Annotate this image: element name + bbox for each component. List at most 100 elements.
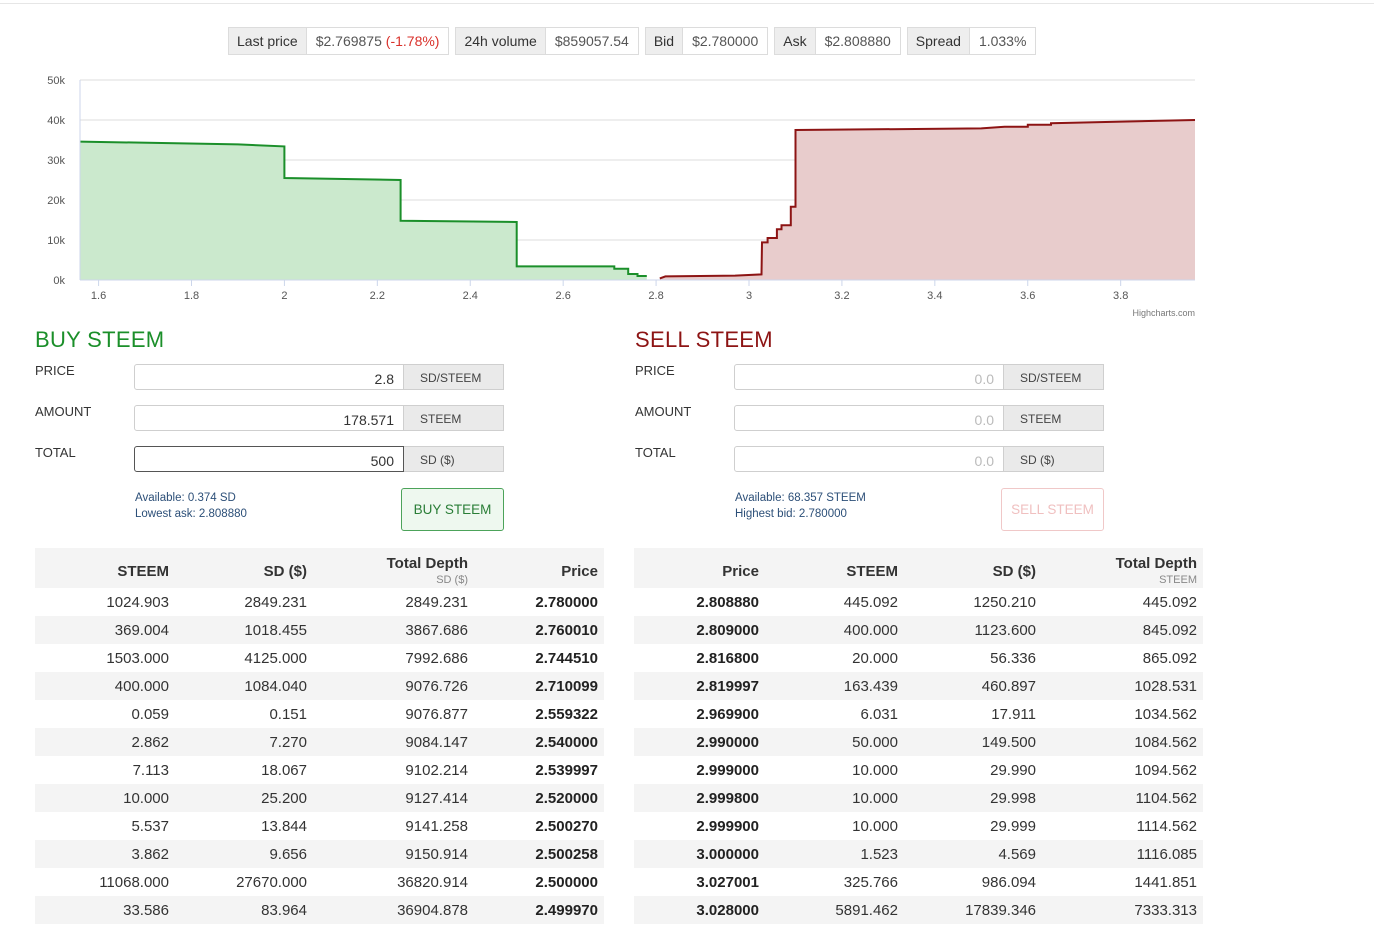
table-row[interactable]: 7.113 18.067 9102.214 2.539997 bbox=[35, 756, 604, 784]
table-cell: 5891.462 bbox=[765, 896, 904, 924]
column-header[interactable]: Price bbox=[634, 548, 765, 588]
table-cell: 445.092 bbox=[1142, 593, 1197, 611]
table-row[interactable]: 0.059 0.151 9076.877 2.559322 bbox=[35, 700, 604, 728]
column-header-sub: STEEM bbox=[1159, 574, 1197, 586]
table-row[interactable]: 2.808880 445.092 1250.210 445.092 bbox=[634, 588, 1203, 616]
sell-amount-input[interactable]: 0.0 bbox=[734, 405, 1004, 431]
table-row[interactable]: 400.000 1084.040 9076.726 2.710099 bbox=[35, 672, 604, 700]
price-label: PRICE bbox=[35, 363, 75, 378]
table-cell: 2.999000 bbox=[696, 761, 759, 779]
column-header[interactable]: STEEM bbox=[35, 548, 175, 588]
table-cell: 1123.600 bbox=[904, 616, 1042, 644]
price-unit: SD/STEEM bbox=[404, 364, 504, 390]
asks-header-row: Price STEEM SD ($) Total Depth STEEM bbox=[634, 548, 1203, 588]
table-row[interactable]: 2.862 7.270 9084.147 2.540000 bbox=[35, 728, 604, 756]
table-cell: 163.439 bbox=[765, 672, 904, 700]
depth-chart[interactable]: 0k 10k 20k 30k 40k 50k 1.6 1.8 2 2.2 2.4 2.6 2.8 3 3.2… bbox=[0, 60, 1210, 325]
column-header[interactable]: STEEM bbox=[765, 548, 904, 588]
amount-label: AMOUNT bbox=[635, 404, 692, 419]
y-tick-label: 40k bbox=[47, 115, 65, 127]
table-row[interactable]: 10.000 25.200 9127.414 2.520000 bbox=[35, 784, 604, 812]
table-cell: 400.000 bbox=[35, 672, 175, 700]
table-row[interactable]: 5.537 13.844 9141.258 2.500270 bbox=[35, 812, 604, 840]
column-header[interactable]: SD ($) bbox=[175, 548, 313, 588]
table-row[interactable]: 3.000000 1.523 4.569 1116.085 bbox=[634, 840, 1203, 868]
table-row[interactable]: 1503.000 4125.000 7992.686 2.744510 bbox=[35, 644, 604, 672]
table-row[interactable]: 2.999000 10.000 29.990 1094.562 bbox=[634, 756, 1203, 784]
table-cell: 27670.000 bbox=[236, 873, 307, 891]
price-label: PRICE bbox=[635, 363, 675, 378]
column-header[interactable]: SD ($) bbox=[904, 548, 1042, 588]
table-cell: 1250.210 bbox=[973, 593, 1036, 611]
table-cell: 2.780000 bbox=[535, 593, 598, 611]
table-cell: 2.500270 bbox=[535, 817, 598, 835]
table-cell: 7.270 bbox=[175, 728, 313, 756]
ticker-value: $2.769875 (-1.78%) bbox=[306, 28, 449, 54]
table-cell: 1503.000 bbox=[106, 649, 169, 667]
sell-steem-button[interactable]: SELL STEEM bbox=[1001, 488, 1104, 531]
buy-amount-input[interactable]: 178.571 bbox=[134, 405, 404, 431]
table-row[interactable]: 3.862 9.656 9150.914 2.500258 bbox=[35, 840, 604, 868]
column-header-sub: SD ($) bbox=[436, 574, 468, 586]
y-tick-label: 0k bbox=[53, 275, 65, 287]
table-row[interactable]: 1024.903 2849.231 2849.231 2.780000 bbox=[35, 588, 604, 616]
sell-price-input[interactable]: 0.0 bbox=[734, 364, 1004, 390]
table-cell: 1028.531 bbox=[1042, 672, 1203, 700]
table-cell: 1094.562 bbox=[1134, 761, 1197, 779]
table-row[interactable]: 3.027001 325.766 986.094 1441.851 bbox=[634, 868, 1203, 896]
table-row[interactable]: 33.586 83.964 36904.878 2.499970 bbox=[35, 896, 604, 924]
column-header[interactable]: Total Depth STEEM bbox=[1042, 548, 1203, 588]
table-row[interactable]: 3.028000 5891.462 17839.346 7333.313 bbox=[634, 896, 1203, 924]
table-row[interactable]: 2.999900 10.000 29.999 1114.562 bbox=[634, 812, 1203, 840]
ticker-label: 24h volume bbox=[456, 28, 546, 54]
sell-panel: SELL STEEM PRICE 0.0 SD/STEEM AMOUNT 0.0… bbox=[635, 322, 1115, 531]
ticker-bid: Bid $2.780000 bbox=[644, 27, 769, 55]
table-cell: 9084.147 bbox=[313, 728, 474, 756]
x-tick-label: 3 bbox=[746, 290, 752, 302]
buy-meta: Available: 0.374 SD Lowest ask: 2.808880 bbox=[135, 490, 247, 522]
total-label: TOTAL bbox=[635, 445, 676, 460]
ticker-label: Bid bbox=[645, 28, 684, 54]
price-unit: SD/STEEM bbox=[1004, 364, 1104, 390]
table-cell: 3.028000 bbox=[634, 896, 765, 924]
table-row[interactable]: 2.999800 10.000 29.998 1104.562 bbox=[634, 784, 1203, 812]
table-cell: 29.999 bbox=[990, 817, 1036, 835]
table-cell: 1104.562 bbox=[1042, 784, 1203, 812]
ticker-value: $2.808880 bbox=[815, 28, 900, 54]
sell-total-input[interactable]: 0.0 bbox=[734, 446, 1004, 472]
table-row[interactable]: 369.004 1018.455 3867.686 2.760010 bbox=[35, 616, 604, 644]
table-cell: 2849.231 bbox=[244, 593, 307, 611]
table-cell: 9127.414 bbox=[313, 784, 474, 812]
table-cell: 2.999800 bbox=[634, 784, 765, 812]
available-balance: Available: 0.374 SD bbox=[135, 492, 236, 504]
buy-steem-button[interactable]: BUY STEEM bbox=[401, 488, 504, 531]
ticker-value: 1.033% bbox=[969, 28, 1036, 54]
total-unit: SD ($) bbox=[1004, 446, 1104, 472]
table-cell: 7992.686 bbox=[405, 649, 468, 667]
x-tick-label: 3.4 bbox=[927, 290, 942, 302]
table-cell: 2.500000 bbox=[535, 873, 598, 891]
table-row[interactable]: 2.809000 400.000 1123.600 845.092 bbox=[634, 616, 1203, 644]
table-row[interactable]: 2.816800 20.000 56.336 865.092 bbox=[634, 644, 1203, 672]
asks-rows: 2.808880 445.092 1250.210 445.092 2.809000 40… bbox=[634, 588, 1203, 924]
x-tick-label: 3.6 bbox=[1020, 290, 1035, 302]
table-cell: 29.998 bbox=[904, 784, 1042, 812]
table-row[interactable]: 11068.000 27670.000 36820.914 2.500000 bbox=[35, 868, 604, 896]
table-row[interactable]: 2.819997 163.439 460.897 1028.531 bbox=[634, 672, 1203, 700]
column-header[interactable]: Total Depth SD ($) bbox=[313, 548, 474, 588]
highest-bid: Highest bid: 2.780000 bbox=[735, 508, 847, 520]
table-row[interactable]: 2.990000 50.000 149.500 1084.562 bbox=[634, 728, 1203, 756]
table-cell: 865.092 bbox=[1142, 649, 1197, 667]
buy-price-input[interactable]: 2.8 bbox=[134, 364, 404, 390]
table-cell: 10.000 bbox=[765, 784, 904, 812]
buy-total-input[interactable]: 500 bbox=[134, 446, 404, 472]
table-row[interactable]: 2.969900 6.031 17.911 1034.562 bbox=[634, 700, 1203, 728]
table-cell: 6.031 bbox=[860, 705, 898, 723]
y-tick-label: 30k bbox=[47, 155, 65, 167]
column-header[interactable]: Price bbox=[474, 548, 604, 588]
table-cell: 20.000 bbox=[852, 649, 898, 667]
table-cell: 3.027001 bbox=[696, 873, 759, 891]
table-cell: 1018.455 bbox=[175, 616, 313, 644]
ticker-value: $859057.54 bbox=[545, 28, 638, 54]
market-ticker: Last price $2.769875 (-1.78%) 24h volume… bbox=[228, 27, 1037, 55]
